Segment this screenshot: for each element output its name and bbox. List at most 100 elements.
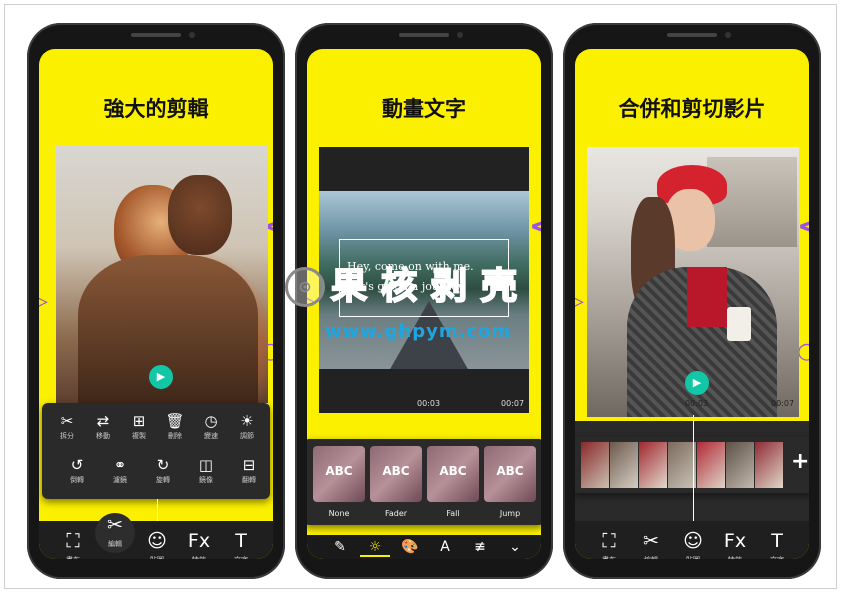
current-time: 00:03 — [417, 399, 441, 408]
text-animation-label: Fall — [446, 509, 460, 518]
edit-menu-label: 變速 — [204, 432, 218, 440]
phone-merge-cut: 合併和剪切影片 < ▷ ○ ▶ 00:03 00:07 + — [563, 23, 821, 579]
watermark-url: www.ghpym.com — [325, 321, 512, 342]
video-clip-thumb[interactable] — [610, 442, 638, 488]
decor-chevron: < — [529, 209, 541, 244]
chevron-down-icon[interactable]: ⌄ — [500, 539, 530, 555]
decor-triangle: ▷ — [575, 289, 584, 314]
phone-camera — [725, 32, 731, 38]
video-clip-thumb[interactable] — [581, 442, 609, 488]
panel-title: 動畫文字 — [382, 97, 466, 121]
couple-head-right — [168, 175, 232, 255]
clip-strip[interactable]: + — [575, 437, 809, 493]
toolbar-label: 特效 — [179, 555, 219, 559]
toolbar-貼圖[interactable]: ☺ 貼圖 — [673, 529, 713, 559]
toolbar-label: 畫布 — [53, 555, 93, 559]
trash-icon: 🗑 — [165, 412, 185, 430]
edit-menu-label: 翻轉 — [242, 476, 256, 484]
screenshot-frame: 強大的剪輯 < ▷ ○ ▶ ✂拆分⇄移動⊞複製🗑刪除◷變速☀調節 ↺倒轉⚭濾鏡↻… — [4, 4, 837, 589]
text-animation-thumb[interactable]: ABC — [370, 446, 422, 502]
current-time: 00:03 — [685, 399, 709, 408]
text-animation-thumb[interactable]: ABC — [427, 446, 479, 502]
toolbar-label: 特效 — [715, 555, 755, 559]
animation-preview-text: ABC — [439, 464, 467, 478]
edit-menu-item[interactable]: 🗑 刪除 — [158, 411, 192, 441]
edit-menu-item[interactable]: ↻ 旋轉 — [146, 455, 180, 485]
play-button[interactable]: ▶ — [149, 365, 173, 389]
edit-scissors-icon: ✂ — [643, 530, 659, 552]
canvas-icon: ⛶ — [66, 530, 80, 552]
text-icon: T — [771, 530, 783, 552]
video-clip-thumb[interactable] — [668, 442, 696, 488]
toolbar-特效[interactable]: Fx 特效 — [179, 529, 219, 559]
edit-menu-label: 拆分 — [60, 432, 74, 440]
add-clip-icon[interactable]: + — [791, 449, 809, 474]
toolbar-文字[interactable]: T 文字 — [221, 529, 261, 559]
text-animation-thumb[interactable]: ABC — [484, 446, 536, 502]
edit-menu-label: 鏡像 — [199, 476, 213, 484]
phone-speaker — [131, 33, 181, 37]
video-clip-thumb[interactable] — [755, 442, 783, 488]
edit-menu-item[interactable]: ⊞ 複製 — [122, 411, 156, 441]
timeline-cursor — [693, 415, 694, 521]
watermark-char: 核 — [380, 265, 418, 308]
filter-icon: ⚭ — [113, 456, 127, 474]
edit-menu-label: 複製 — [132, 432, 146, 440]
toolbar-畫布[interactable]: ⛶ 畫布 — [589, 529, 629, 559]
edit-menu-label: 濾鏡 — [113, 476, 127, 484]
edit-menu-label: 調節 — [240, 432, 254, 440]
edit-menu-item[interactable]: ↺ 倒轉 — [60, 455, 94, 485]
edit-menu-item[interactable]: ◷ 變速 — [194, 411, 228, 441]
mirror-icon: ◫ — [198, 456, 214, 474]
toolbar-label: 編輯 — [631, 555, 671, 559]
toolbar-貼圖[interactable]: ☺ 貼圖 — [137, 529, 177, 559]
edit-menu-panel: ✂ 拆分 ⇄ 移動 ⊞ 複製 🗑 刪除 ◷ 變速 ☀ 調節 ↺ 倒轉 ⚭ 濾鏡 ↻ 旋轉 ◫ 鏡像 ⊟ 翻轉 — [42, 403, 270, 499]
toolbar-編輯[interactable]: ✂ 編輯 — [631, 529, 671, 559]
toolbar-特效[interactable]: Fx 特效 — [715, 529, 755, 559]
speed-icon: ◷ — [204, 412, 218, 430]
edit-menu-item[interactable]: ◫ 鏡像 — [189, 455, 223, 485]
edit-box-icon[interactable]: ✎ — [325, 539, 355, 555]
phone-camera — [457, 32, 463, 38]
canvas-icon: ⛶ — [602, 530, 616, 552]
toolbar-label: 畫布 — [589, 555, 629, 559]
font-icon[interactable]: A — [430, 539, 460, 555]
panel-title: 合併和剪切影片 — [618, 97, 766, 121]
edit-menu-item[interactable]: ⊟ 翻轉 — [232, 455, 266, 485]
video-clip-thumb[interactable] — [697, 442, 725, 488]
toolbar-label: 文字 — [757, 555, 797, 559]
phone-editing: 強大的剪輯 < ▷ ○ ▶ ✂拆分⇄移動⊞複製🗑刪除◷變速☀調節 ↺倒轉⚭濾鏡↻… — [27, 23, 285, 579]
text-animation-panel: ABC None ABC Fader ABC Fall ABC Jump — [307, 439, 541, 525]
toolbar-文字[interactable]: T 文字 — [757, 529, 797, 559]
video-clip-thumb[interactable] — [639, 442, 667, 488]
sun-icon[interactable]: ☼ — [360, 539, 390, 557]
edit-menu-item[interactable]: ⚭ 濾鏡 — [103, 455, 137, 485]
phone-camera — [189, 32, 195, 38]
coffee-cup — [727, 307, 751, 341]
sticker-icon: ☺ — [147, 530, 167, 552]
screen-editing: 強大的剪輯 < ▷ ○ ▶ ✂拆分⇄移動⊞複製🗑刪除◷變速☀調節 ↺倒轉⚭濾鏡↻… — [39, 49, 273, 559]
toolbar-編輯[interactable]: ✂ 編輯 — [95, 513, 135, 553]
rotate-icon: ↻ — [156, 456, 170, 474]
text-animation-thumb[interactable]: ABC — [313, 446, 365, 502]
animation-preview-text: ABC — [325, 464, 353, 478]
decor-triangle: ▷ — [39, 289, 48, 314]
watermark-logo-icon: ⊙ — [285, 267, 325, 307]
phone-speaker — [399, 33, 449, 37]
edit-menu-item[interactable]: ☀ 調節 — [230, 411, 264, 441]
align-icon[interactable]: ≢ — [465, 539, 495, 555]
toolbar-label: 編輯 — [108, 540, 122, 548]
total-time: 00:07 — [771, 399, 795, 408]
animation-preview-text: ABC — [382, 464, 410, 478]
edit-menu-item[interactable]: ✂ 拆分 — [50, 411, 84, 441]
swap-icon: ⇄ — [96, 412, 110, 430]
phone-speaker — [667, 33, 717, 37]
toolbar-畫布[interactable]: ⛶ 畫布 — [53, 529, 93, 559]
edit-menu-label: 旋轉 — [156, 476, 170, 484]
toolbar-label: 貼圖 — [673, 555, 713, 559]
video-clip-thumb[interactable] — [726, 442, 754, 488]
palette-icon[interactable]: 🎨 — [395, 539, 425, 555]
reverse-icon: ↺ — [70, 456, 84, 474]
edit-menu-item[interactable]: ⇄ 移動 — [86, 411, 120, 441]
play-button[interactable]: ▶ — [685, 371, 709, 395]
